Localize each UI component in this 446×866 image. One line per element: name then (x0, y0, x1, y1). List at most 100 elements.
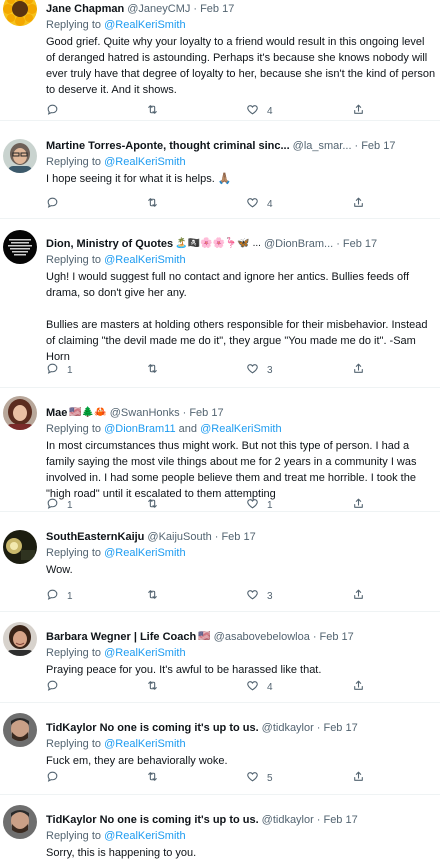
tweet-actions: 13 (46, 588, 436, 604)
retweet-icon (146, 103, 159, 119)
retweet-button[interactable] (146, 103, 167, 119)
share-button[interactable] (352, 497, 365, 513)
tweet-actions: 5 (46, 770, 436, 786)
retweet-icon (146, 362, 159, 378)
share-icon (352, 588, 365, 604)
mention-link[interactable]: @RealKeriSmith (104, 830, 185, 842)
actions-area: 4 (46, 121, 436, 218)
retweet-button[interactable] (146, 770, 167, 786)
share-icon (352, 679, 365, 695)
reply-button[interactable]: 1 (46, 497, 73, 513)
quote-card-avatar[interactable] (3, 230, 37, 264)
share-button[interactable] (352, 362, 365, 378)
reply-icon (46, 679, 59, 695)
reply-count: 1 (67, 364, 73, 376)
reply-button[interactable]: 1 (46, 588, 73, 604)
like-count: 4 (267, 105, 273, 117)
reply-icon (46, 362, 59, 378)
heart-icon (246, 679, 259, 695)
tweet-content: TidKaylor No one is coming it's up to us… (46, 813, 436, 861)
reply-button[interactable] (46, 679, 67, 695)
like-button[interactable]: 5 (246, 770, 273, 786)
like-count: 4 (267, 681, 273, 693)
like-button[interactable]: 1 (246, 497, 273, 513)
tweet[interactable]: Jane Chapman @JaneyCMJ · Feb 17 Replying to … (0, 0, 440, 121)
tweet[interactable]: Barbara Wegner | Life Coach 🇺🇸 @asabovebel… (0, 612, 440, 703)
retweet-icon (146, 770, 159, 786)
retweet-button[interactable] (146, 497, 167, 513)
retweet-button[interactable] (146, 679, 167, 695)
tweet[interactable]: Dion, Ministry of Quotes 🏝️🏴‍☠️🌸🌸🦩🦋 ... @D… (0, 219, 440, 388)
reply-icon (46, 196, 59, 212)
share-icon (352, 362, 365, 378)
actions-area: 13 (46, 512, 436, 611)
retweet-icon (146, 588, 159, 604)
actions-area: 11 (46, 388, 436, 511)
reply-icon (46, 770, 59, 786)
retweet-button[interactable] (146, 362, 167, 378)
reply-button[interactable]: 1 (46, 362, 73, 378)
heart-icon (246, 196, 259, 212)
heart-icon (246, 770, 259, 786)
share-button[interactable] (352, 103, 365, 119)
like-count: 1 (267, 499, 273, 511)
user-avatar[interactable] (3, 396, 37, 430)
share-button[interactable] (352, 588, 365, 604)
actions-area: 13 (46, 219, 436, 387)
heart-icon (246, 497, 259, 513)
user-avatar[interactable] (3, 713, 37, 747)
like-button[interactable]: 4 (246, 103, 273, 119)
tweet[interactable]: Mae 🇺🇸🌲🦀 @SwanHonks · Feb 17 Replying to @Dio… (0, 388, 440, 512)
like-button[interactable]: 3 (246, 362, 273, 378)
replying-to-label: Replying to (46, 830, 102, 842)
tweet-actions: 11 (46, 497, 436, 513)
share-icon (352, 103, 365, 119)
reply-icon (46, 588, 59, 604)
reply-button[interactable] (46, 103, 67, 119)
share-icon (352, 497, 365, 513)
tweet-paragraph: Sorry, this is happening to you. (46, 847, 197, 859)
like-button[interactable]: 3 (246, 588, 273, 604)
like-count: 3 (267, 590, 273, 602)
actions-area: 5 (46, 703, 436, 794)
tweet[interactable]: TidKaylor No one is coming it's up to us… (0, 703, 440, 795)
like-button[interactable]: 4 (246, 679, 273, 695)
tweet[interactable]: TidKaylor No one is coming it's up to us… (0, 795, 440, 866)
tweet-body: Sorry, this is happening to you. (46, 845, 436, 861)
reply-button[interactable] (46, 770, 67, 786)
share-button[interactable] (352, 196, 365, 212)
reply-count: 1 (67, 590, 73, 602)
display-name[interactable]: TidKaylor No one is coming it's up to us… (46, 813, 259, 827)
share-button[interactable] (352, 679, 365, 695)
user-avatar[interactable] (3, 805, 37, 839)
retweet-button[interactable] (146, 588, 167, 604)
tweet[interactable]: SouthEasternKaiju @KaijuSouth · Feb 17 Reply… (0, 512, 440, 612)
like-count: 4 (267, 198, 273, 210)
user-avatar[interactable] (3, 139, 37, 173)
tweet-header: TidKaylor No one is coming it's up to us… (46, 813, 436, 827)
retweet-icon (146, 497, 159, 513)
separator-dot: · (316, 814, 321, 826)
tweet-actions: 13 (46, 362, 436, 378)
tweet[interactable]: Martine Torres-Aponte, thought criminal … (0, 121, 440, 219)
share-button[interactable] (352, 770, 365, 786)
heart-icon (246, 588, 259, 604)
reply-count: 1 (67, 499, 73, 511)
heart-icon (246, 103, 259, 119)
like-button[interactable]: 4 (246, 196, 273, 212)
sunflower-avatar[interactable] (3, 0, 37, 26)
user-avatar[interactable] (3, 530, 37, 564)
user-handle[interactable]: @tidkaylor (262, 813, 314, 827)
tweet-actions: 4 (46, 103, 436, 119)
share-icon (352, 196, 365, 212)
like-count: 5 (267, 772, 273, 784)
tweet-date[interactable]: Feb 17 (323, 813, 357, 827)
reply-button[interactable] (46, 196, 67, 212)
retweet-button[interactable] (146, 196, 167, 212)
like-count: 3 (267, 364, 273, 376)
retweet-icon (146, 679, 159, 695)
user-avatar[interactable] (3, 622, 37, 656)
reply-icon (46, 103, 59, 119)
replying-to: Replying to @RealKeriSmith (46, 829, 436, 843)
tweet-feed: Jane Chapman @JaneyCMJ · Feb 17 Replying to … (0, 0, 446, 866)
